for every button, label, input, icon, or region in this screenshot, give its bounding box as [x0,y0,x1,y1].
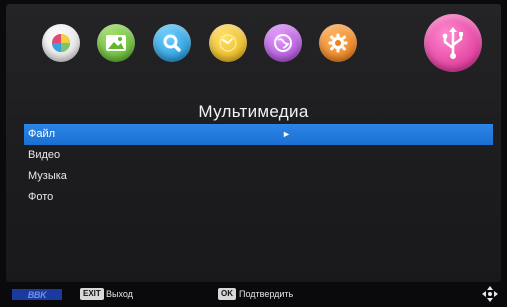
submenu-arrow-icon: ► [282,129,291,139]
usb-icon-glyph [442,27,463,59]
menu-item-video[interactable]: Видео [6,145,501,166]
globe-icon[interactable] [264,24,302,62]
usb-icon[interactable] [424,14,482,72]
brand-logo: BBK [12,289,62,302]
menu-item-label: Файл [28,128,56,140]
exit-hint-label: Выход [106,289,133,299]
menu-item-label: Музыка [28,170,67,182]
search-icon-glyph [163,34,181,52]
page-title: Мультимедиа [198,102,309,121]
bbk-logo-icon: BBK [12,289,62,300]
settings-icon[interactable] [319,24,357,62]
menu-item-label: Фото [28,191,54,203]
exit-key-badge: EXIT [80,288,104,300]
clock-icon[interactable] [209,24,247,62]
menu-item-label: Видео [28,149,61,161]
brand-logo-text: BBK [28,290,48,300]
ok-hint-label: Подтвердить [239,289,294,299]
ok-key-badge: OK [218,288,236,300]
search-icon[interactable] [153,24,191,62]
media-menu-list: Файл ► Видео Музыка Фото [6,124,501,208]
image-icon-glyph [106,35,126,51]
globe-icon-glyph [274,34,292,52]
gear-icon-glyph [328,33,348,53]
navigation-arrows-icon [482,286,498,302]
image-icon[interactable] [97,24,135,62]
menu-item-music[interactable]: Музыка [6,166,501,187]
picture-icon-glyph [52,34,70,52]
main-menu-icon-bar [6,4,501,104]
menu-item-file[interactable]: Файл ► [24,124,493,145]
footer-hint-bar: BBK EXIT Выход OK Подтвердить [0,284,507,304]
tv-screen: Мультимедиа Файл ► Видео Музыка Фото [6,4,501,282]
clock-icon-glyph [219,34,237,52]
picture-icon[interactable] [42,24,80,62]
menu-item-photo[interactable]: Фото [6,187,501,208]
